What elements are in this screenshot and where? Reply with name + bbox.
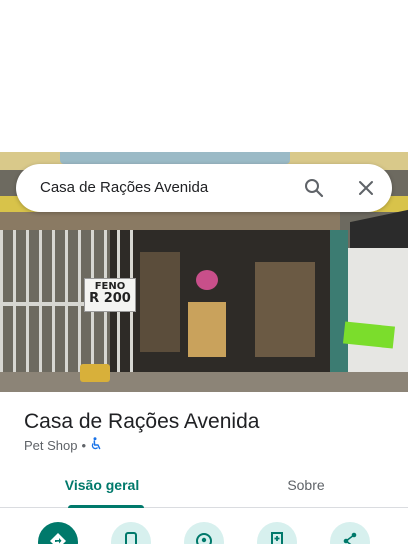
store-shelf-right	[255, 262, 315, 357]
place-category: Pet Shop	[24, 437, 78, 453]
search-icon[interactable]	[302, 176, 326, 200]
top-blank-area	[0, 0, 408, 152]
display-stand	[188, 302, 226, 357]
share-button[interactable]	[330, 522, 370, 544]
search-input[interactable]: Casa de Rações Avenida	[40, 179, 208, 196]
save-button[interactable]	[257, 522, 297, 544]
display-decoration	[196, 270, 218, 290]
action-buttons-row	[0, 522, 408, 544]
storefront-sign-lettering	[60, 152, 290, 164]
feno-sign-line2: R 200	[89, 291, 131, 306]
tab-overview[interactable]: Visão geral	[0, 468, 204, 508]
nearby-button[interactable]	[184, 522, 224, 544]
store-shelf-left	[140, 252, 180, 352]
paint-cans	[80, 364, 110, 382]
separator-dot: •	[81, 437, 87, 453]
tab-selected-indicator	[68, 505, 144, 508]
green-pillar	[330, 230, 348, 380]
phone-icon	[124, 532, 138, 544]
directions-button[interactable]	[38, 522, 78, 544]
place-title: Casa de Rações Avenida	[24, 410, 260, 433]
wheelchair-icon	[90, 437, 102, 453]
directions-icon	[49, 532, 67, 544]
shop-floor	[0, 372, 408, 392]
neighbor-wall	[348, 248, 408, 388]
storefront-awning	[0, 212, 340, 230]
share-icon	[342, 532, 358, 544]
tab-bar: Visão geral Sobre	[0, 468, 408, 508]
feno-price-sign: FENO R 200	[84, 278, 136, 312]
location-icon	[195, 532, 213, 544]
search-bar[interactable]: Casa de Rações Avenida	[16, 164, 392, 212]
place-subtitle: Pet Shop •	[24, 437, 102, 453]
tab-about[interactable]: Sobre	[204, 468, 408, 508]
call-button[interactable]	[111, 522, 151, 544]
save-icon	[270, 532, 284, 544]
close-icon[interactable]	[354, 176, 378, 200]
